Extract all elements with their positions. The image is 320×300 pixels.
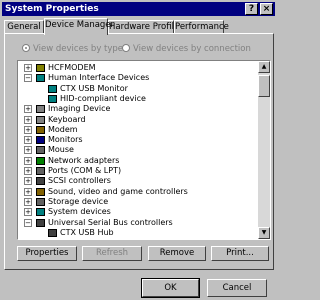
tab-device-manager[interactable]: Device Manager	[44, 18, 114, 35]
mouse-icon	[36, 146, 45, 155]
device-tree-list: + HCFMODEM − Human Interface Devices CTX USB…	[18, 61, 258, 239]
window-title: System Properties	[5, 4, 99, 14]
scsi-icon	[36, 177, 45, 186]
hid-device-icon	[48, 84, 57, 93]
tree-item-label: Imaging Device	[48, 104, 111, 114]
collapse-icon[interactable]: −	[24, 74, 32, 83]
tree-item-label: Universal Serial Bus controllers	[48, 217, 173, 227]
monitor-icon	[36, 136, 45, 145]
tab-strip: General Device Manager Hardware Profiles…	[4, 18, 274, 35]
tree-item-label: Modem	[48, 124, 78, 134]
remove-button[interactable]: Remove	[148, 246, 206, 261]
network-icon	[36, 156, 45, 165]
tree-item[interactable]: + Monitors	[18, 135, 258, 145]
tree-item-label: Network adapters	[48, 155, 120, 165]
expand-icon[interactable]: +	[24, 115, 32, 124]
view-by-connection-option[interactable]: View devices by connection	[122, 43, 251, 55]
tree-item[interactable]: + Modem	[18, 125, 258, 135]
tab-general[interactable]: General	[4, 20, 44, 34]
tree-item-label: Sound, video and game controllers	[48, 186, 188, 196]
usb-icon	[36, 218, 45, 227]
tree-item[interactable]: + Mouse	[18, 145, 258, 155]
radio-unselected-icon	[122, 43, 130, 52]
close-button[interactable]: ×	[260, 3, 273, 15]
tree-item-label: Ports (COM & LPT)	[48, 166, 122, 175]
camera-icon	[36, 105, 45, 114]
tree-item-label: Human Interface Devices	[48, 73, 150, 83]
cancel-button[interactable]: Cancel	[207, 279, 267, 297]
expand-icon[interactable]: +	[24, 64, 32, 72]
expand-icon[interactable]: +	[24, 208, 32, 217]
tree-item[interactable]: + SCSI controllers	[18, 176, 258, 186]
keyboard-icon	[36, 115, 45, 124]
sound-icon	[36, 187, 45, 196]
view-by-type-label: View devices by type	[33, 44, 124, 54]
tree-item[interactable]: CTX USB Hub	[18, 228, 258, 238]
expand-icon[interactable]: +	[24, 136, 32, 145]
tab-performance[interactable]: Performance	[174, 20, 229, 34]
tree-item[interactable]: CTX USB Monitor	[18, 84, 258, 94]
tree-item[interactable]: + Network adapters	[18, 156, 258, 166]
title-bar[interactable]: System Properties ? ×	[2, 2, 275, 16]
tree-item[interactable]: + Ports (COM & LPT)	[18, 166, 258, 176]
hid-device-icon	[48, 94, 57, 103]
tree-item[interactable]: + Sound, video and game controllers	[18, 187, 258, 197]
tree-item[interactable]: + System devices	[18, 207, 258, 217]
tree-item-label: CTX USB Monitor	[60, 83, 128, 93]
system-properties-window: System Properties ? × General Device Man…	[0, 0, 277, 300]
device-tree[interactable]: + HCFMODEM − Human Interface Devices CTX USB…	[17, 60, 271, 240]
expand-icon[interactable]: +	[24, 105, 32, 114]
tree-item-label: System devices	[48, 207, 111, 217]
tab-hardware-profiles[interactable]: Hardware Profiles	[108, 20, 184, 34]
view-by-type-option[interactable]: View devices by type	[22, 43, 123, 55]
collapse-icon[interactable]: −	[24, 218, 32, 227]
expand-icon[interactable]: +	[24, 146, 32, 155]
radio-selected-icon	[22, 43, 30, 52]
scroll-up-arrow-icon[interactable]: ▲	[258, 61, 270, 73]
tree-item[interactable]: − Human Interface Devices	[18, 73, 258, 83]
tree-item-label: Keyboard	[48, 114, 86, 124]
tree-item-label: Monitors	[48, 135, 83, 145]
refresh-button[interactable]: Refresh	[82, 246, 142, 261]
modem-icon	[36, 64, 45, 72]
usb-hub-icon	[48, 228, 57, 237]
help-button[interactable]: ?	[245, 3, 258, 15]
view-by-connection-label: View devices by connection	[133, 44, 251, 54]
hid-icon	[36, 74, 45, 83]
modem-icon	[36, 125, 45, 134]
tree-item[interactable]: + Storage device	[18, 197, 258, 207]
tree-item-label: CTX USB Hub	[60, 227, 114, 237]
expand-icon[interactable]: +	[24, 125, 32, 134]
ok-button[interactable]: OK	[141, 278, 200, 298]
scroll-thumb[interactable]	[258, 75, 270, 97]
expand-icon[interactable]: +	[24, 197, 32, 206]
tree-item-label: Mouse	[48, 145, 74, 155]
tree-item[interactable]: + Keyboard	[18, 115, 258, 125]
print-button[interactable]: Print...	[211, 246, 269, 261]
tree-item[interactable]: + Imaging Device	[18, 104, 258, 114]
expand-icon[interactable]: +	[24, 187, 32, 196]
expand-icon[interactable]: +	[24, 167, 32, 175]
tree-item-label: HCFMODEM	[48, 63, 96, 72]
expand-icon[interactable]: +	[24, 156, 32, 165]
properties-button[interactable]: Properties	[17, 246, 77, 261]
tree-item-label: SCSI controllers	[48, 176, 111, 186]
vertical-scrollbar[interactable]: ▲ ▼	[258, 61, 270, 239]
tree-item-label: HID-compliant device	[60, 93, 146, 103]
tree-item[interactable]: − Universal Serial Bus controllers	[18, 218, 258, 228]
storage-icon	[36, 197, 45, 206]
scroll-down-arrow-icon[interactable]: ▼	[258, 227, 270, 239]
tree-item[interactable]: HID-compliant device	[18, 94, 258, 104]
system-icon	[36, 208, 45, 217]
tree-item[interactable]: + HCFMODEM	[18, 63, 258, 73]
port-icon	[36, 167, 45, 175]
tree-item-label: Storage device	[48, 196, 109, 206]
expand-icon[interactable]: +	[24, 177, 32, 186]
